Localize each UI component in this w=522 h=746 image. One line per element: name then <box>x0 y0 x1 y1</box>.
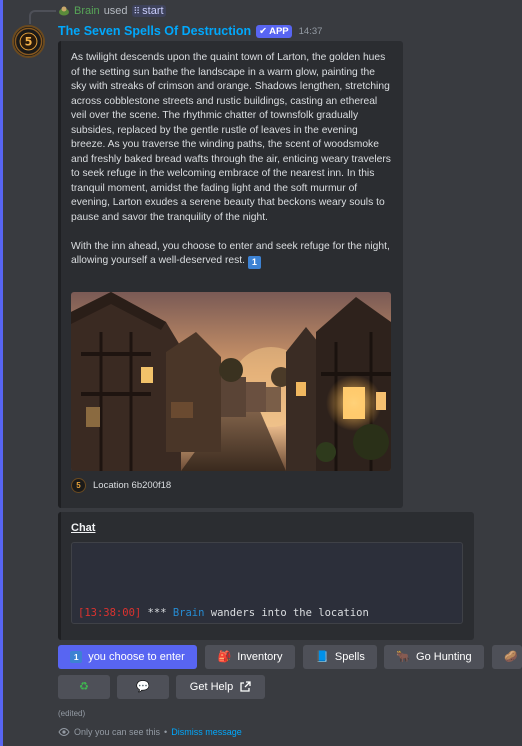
app-badge-label: APP <box>269 25 289 37</box>
embed-description: As twilight descends upon the quaint tow… <box>71 51 391 284</box>
chat-embed: Chat [13:38:00] *** Brain wanders into t… <box>58 512 474 640</box>
svg-text:5: 5 <box>25 36 33 49</box>
description-paragraph-2: With the inn ahead, you choose to enter … <box>71 240 391 269</box>
seven-spells-logo-icon: 5 <box>14 27 43 56</box>
spells-label: Spells <box>334 651 365 663</box>
inventory-label: Inventory <box>237 651 283 663</box>
location-embed: As twilight descends upon the quaint tow… <box>58 41 403 508</box>
dismiss-message-link[interactable]: Dismiss message <box>171 727 242 737</box>
choice-enter-label: you choose to enter <box>88 651 185 663</box>
only-you-text: Only you can see this <box>74 727 161 737</box>
get-help-label: Get Help <box>189 681 234 693</box>
go-hunting-label: Go Hunting <box>416 651 472 663</box>
ephemeral-notice: Only you can see this • Dismiss message <box>58 726 242 738</box>
food-icon: 🥔 <box>504 650 518 663</box>
footer-location-id: Location 6b200f18 <box>93 480 172 491</box>
highlight-bar <box>0 0 3 746</box>
chat-log-line: [13:38:00] *** Brain wanders into the lo… <box>78 607 369 619</box>
footer-logo-icon: 5 <box>71 478 86 493</box>
separator-dot: • <box>164 727 168 737</box>
location-image[interactable] <box>71 292 391 471</box>
message-timestamp[interactable]: 14:37 <box>299 26 323 37</box>
chat-code-block: [13:38:00] *** Brain wanders into the lo… <box>71 542 463 624</box>
embed-footer: 5 Location 6b200f18 <box>71 478 171 493</box>
chat-log-stars: *** <box>147 607 167 619</box>
chat-log-user: Brain <box>172 607 205 619</box>
message-header: The Seven Spells Of Destruction ✔ APP 14… <box>58 23 322 39</box>
get-help-button[interactable]: Get Help <box>176 675 265 699</box>
eye-icon <box>58 727 70 737</box>
reply-spine <box>29 10 56 24</box>
reply-username[interactable]: Brain <box>74 5 100 17</box>
command-name: start <box>142 5 164 17</box>
spellbook-icon: 📘 <box>315 650 329 663</box>
check-icon: ✔ <box>259 25 268 37</box>
keycap-one-icon: 1 <box>70 651 83 663</box>
reply-reference[interactable]: Brain used ⠿ start <box>58 3 166 19</box>
chat-title: Chat <box>71 522 96 534</box>
description-paragraph-2-text: With the inn ahead, you choose to enter … <box>71 240 390 267</box>
chat-log-time: [13:38:00] <box>78 607 142 619</box>
app-badge: ✔ APP <box>256 24 292 38</box>
keycap-one-icon: 1 <box>247 256 261 269</box>
external-link-icon <box>240 681 251 692</box>
ox-icon: 🐂 <box>396 650 411 663</box>
bot-avatar[interactable]: 5 <box>12 25 45 58</box>
inventory-button[interactable]: 🎒 Inventory <box>205 645 295 669</box>
choice-enter-button[interactable]: 1 you choose to enter <box>58 645 197 669</box>
slash-command-icon: ⠿ <box>133 5 141 16</box>
bot-username[interactable]: The Seven Spells Of Destruction <box>58 24 251 38</box>
speech-bubble-button[interactable]: 💬 <box>117 675 169 699</box>
backpack-icon: 🎒 <box>217 650 232 663</box>
go-hunting-button[interactable]: 🐂 Go Hunting <box>384 645 484 669</box>
brain-avatar-icon <box>59 6 69 16</box>
reply-used-text: used <box>103 5 128 17</box>
description-paragraph-1: As twilight descends upon the quaint tow… <box>71 52 391 223</box>
edited-marker: (edited) <box>58 709 86 718</box>
spells-button[interactable]: 📘 Spells <box>303 645 377 669</box>
recycle-button[interactable]: ♻ <box>58 675 110 699</box>
town-street-scene-image <box>71 292 391 471</box>
overflow-button[interactable]: 🥔 <box>492 645 522 669</box>
speech-bubble-icon: 💬 <box>136 680 150 693</box>
chat-log-action: wanders into the location <box>210 607 369 619</box>
recycle-icon: ♻ <box>79 680 89 693</box>
command-mention[interactable]: ⠿ start <box>131 5 166 17</box>
